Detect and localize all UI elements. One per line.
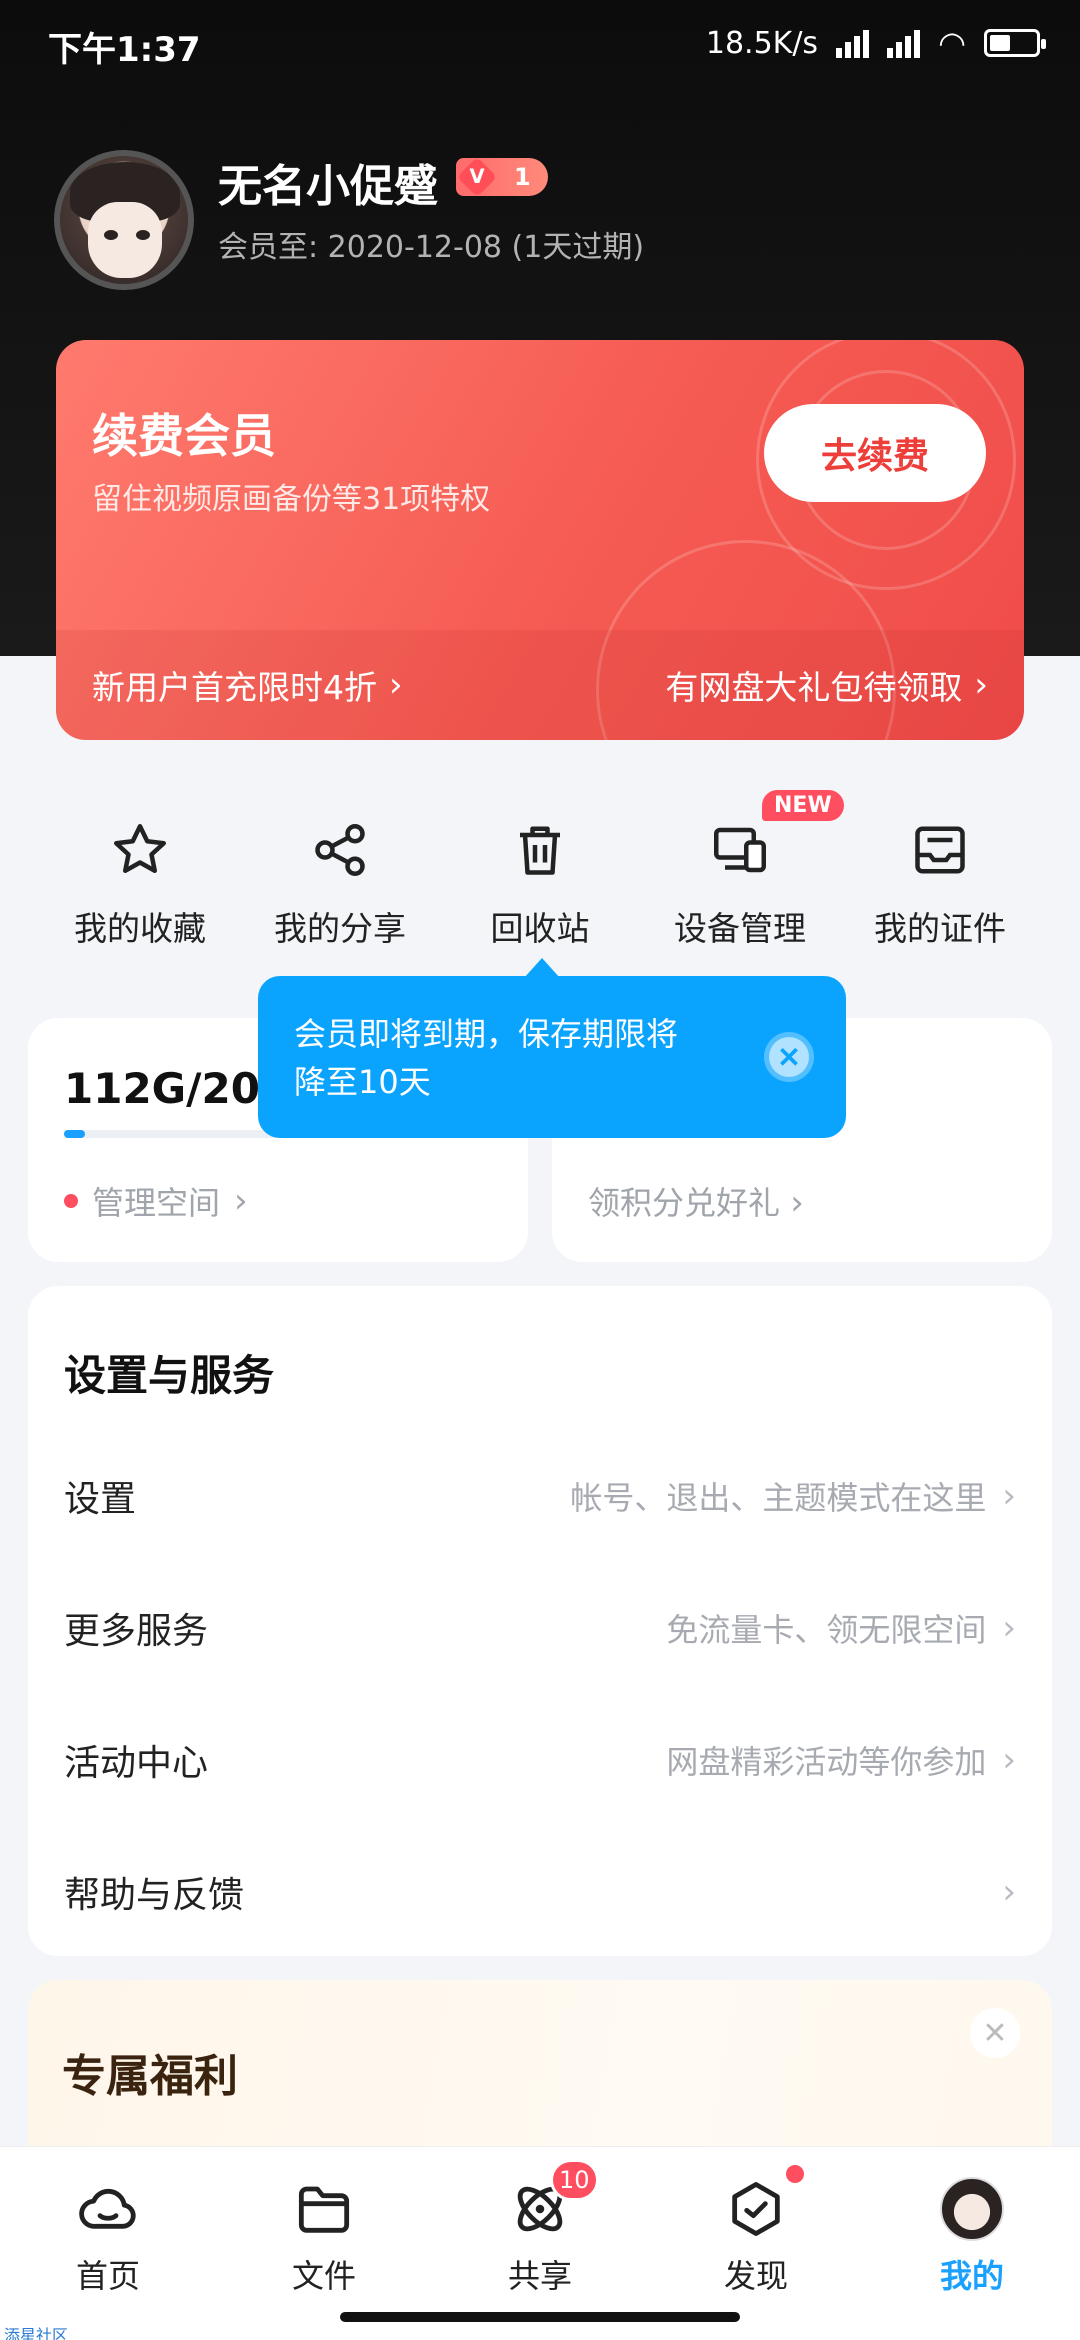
manage-space-label: 管理空间 — [92, 1184, 221, 1222]
gift-pack-label: 有网盘大礼包待领取 — [665, 668, 963, 707]
folder-icon — [298, 2186, 350, 2233]
expiry-tooltip: 会员即将到期，保存期限将 降至10天 ✕ — [258, 958, 846, 1138]
avatar-icon — [940, 2177, 1004, 2241]
member-expiry: 会员至: 2020-12-08 (1天过期) — [218, 230, 645, 265]
share-icon — [315, 824, 365, 876]
tab-label: 发现 — [723, 2257, 788, 2295]
notification-dot — [786, 2165, 804, 2183]
new-user-discount-label: 新用户首充限时4折 — [92, 668, 377, 707]
quick-action-device-management[interactable]: NEW 设备管理 — [640, 790, 844, 950]
row-label: 活动中心 — [64, 1743, 209, 1784]
renew-card[interactable]: 续费会员 留住视频原画备份等31项特权 去续费 新用户首充限时4折 › 有网盘大… — [56, 340, 1024, 740]
settings-row[interactable]: 设置 帐号、退出、主题模式在这里 › — [64, 1456, 1016, 1536]
quick-action-shares[interactable]: 我的分享 — [240, 800, 440, 950]
close-icon: ✕ — [982, 2016, 1008, 2050]
tab-label: 首页 — [75, 2257, 140, 2295]
settings-services-card: 设置与服务 设置 帐号、退出、主题模式在这里 › 更多服务 免流量卡、领无限空间 ›… — [28, 1286, 1052, 1956]
points-label: 领积分兑好礼 — [588, 1184, 781, 1222]
tab-discover[interactable]: 发现 — [676, 2165, 836, 2297]
tab-label: 共享 — [507, 2257, 572, 2295]
activity-center-row[interactable]: 活动中心 网盘精彩活动等你参加 › — [64, 1720, 1016, 1800]
benefits-close-button[interactable]: ✕ — [970, 2008, 1020, 2058]
row-hint: 网盘精彩活动等你参加 — [666, 1743, 987, 1781]
section-title: 专属福利 — [62, 2051, 238, 2102]
quick-action-label: 我的分享 — [274, 909, 406, 948]
row-label: 设置 — [64, 1479, 137, 1520]
quick-action-label: 我的证件 — [874, 909, 1006, 948]
trash-icon — [520, 826, 560, 875]
quick-action-favorites[interactable]: 我的收藏 — [40, 800, 240, 950]
username[interactable]: 无名小促蹙 — [218, 150, 438, 214]
signal-icon-2 — [887, 28, 921, 58]
status-indicators: 18.5K/s ◠ — [705, 24, 1046, 62]
bottom-tab-bar: 首页 文件 10 共享 发现 我的 — [0, 2146, 1080, 2340]
chevron-right-icon: › — [234, 1181, 248, 1221]
id-card-icon — [915, 826, 965, 874]
new-user-discount-link[interactable]: 新用户首充限时4折 › — [92, 661, 403, 709]
tab-me[interactable]: 我的 — [892, 2177, 1052, 2297]
quick-actions: 我的收藏 我的分享 回收站 NEW 设备管理 我的证件 — [40, 790, 1040, 950]
signal-icon — [836, 28, 870, 58]
tooltip-text-line1: 会员即将到期，保存期限将 — [294, 1015, 679, 1053]
vip-badge[interactable]: V 1 — [456, 156, 548, 198]
cloud-icon — [79, 2188, 136, 2229]
chevron-right-icon: › — [1002, 1608, 1016, 1648]
chevron-right-icon: › — [389, 665, 403, 705]
notification-dot — [64, 1194, 78, 1208]
vip-level: 1 — [514, 163, 531, 191]
tab-share[interactable]: 10 共享 — [460, 2159, 620, 2297]
chevron-right-icon: › — [1002, 1740, 1016, 1780]
row-hint: 帐号、退出、主题模式在这里 — [570, 1479, 987, 1517]
status-time: 下午1:37 — [48, 30, 201, 70]
row-hint: 免流量卡、领无限空间 — [666, 1611, 987, 1649]
gift-pack-link[interactable]: 有网盘大礼包待领取 › — [665, 661, 988, 709]
tooltip-text-line2: 降至10天 — [294, 1063, 431, 1101]
more-services-row[interactable]: 更多服务 免流量卡、领无限空间 › — [64, 1588, 1016, 1668]
avatar[interactable] — [54, 150, 194, 290]
devices-icon — [714, 827, 766, 873]
chevron-right-icon: › — [790, 1183, 804, 1223]
quick-action-label: 设备管理 — [674, 909, 806, 948]
close-icon: ✕ — [769, 1037, 809, 1077]
row-label: 帮助与反馈 — [64, 1875, 245, 1916]
renew-subtitle: 留住视频原画备份等31项特权 — [92, 482, 491, 517]
storage-usage: 112G/206 — [64, 1064, 290, 1113]
tab-files[interactable]: 文件 — [244, 2177, 404, 2297]
status-bar: 下午1:37 18.5K/s ◠ — [0, 0, 1080, 90]
vip-diamond-icon: V — [456, 156, 498, 198]
chevron-right-icon: › — [1002, 1476, 1016, 1516]
tab-home[interactable]: 首页 — [28, 2177, 188, 2297]
section-title: 设置与服务 — [64, 1351, 275, 1400]
star-icon — [114, 824, 166, 873]
discover-icon — [732, 2182, 780, 2236]
tooltip-close-button[interactable]: ✕ — [764, 1032, 814, 1082]
battery-icon — [984, 29, 1046, 57]
help-feedback-row[interactable]: 帮助与反馈 › — [64, 1852, 1016, 1932]
renew-title: 续费会员 — [92, 409, 276, 463]
home-indicator[interactable] — [340, 2312, 740, 2322]
chevron-right-icon: › — [974, 665, 988, 705]
chevron-right-icon: › — [1002, 1872, 1016, 1912]
network-speed: 18.5K/s — [705, 25, 819, 61]
wifi-icon: ◠ — [938, 24, 966, 62]
renew-promo-bar: 新用户首充限时4折 › 有网盘大礼包待领取 › — [56, 630, 1024, 740]
quick-action-id-cards[interactable]: 我的证件 — [840, 800, 1040, 950]
tab-label: 我的 — [939, 2257, 1004, 2295]
new-badge: NEW — [762, 790, 844, 821]
share-count-badge: 10 — [550, 2159, 599, 2201]
points-link[interactable]: 领积分兑好礼 › — [588, 1178, 804, 1224]
quick-action-recycle-bin[interactable]: 回收站 — [440, 800, 640, 950]
tab-label: 文件 — [291, 2257, 356, 2295]
quick-action-label: 回收站 — [490, 909, 590, 948]
watermark: 添星社区 — [4, 2326, 69, 2340]
renew-button[interactable]: 去续费 — [764, 404, 986, 502]
quick-action-label: 我的收藏 — [74, 909, 206, 948]
manage-space-link[interactable]: 管理空间 › — [64, 1178, 248, 1224]
storage-progress-fill — [64, 1130, 86, 1138]
row-label: 更多服务 — [64, 1611, 209, 1652]
